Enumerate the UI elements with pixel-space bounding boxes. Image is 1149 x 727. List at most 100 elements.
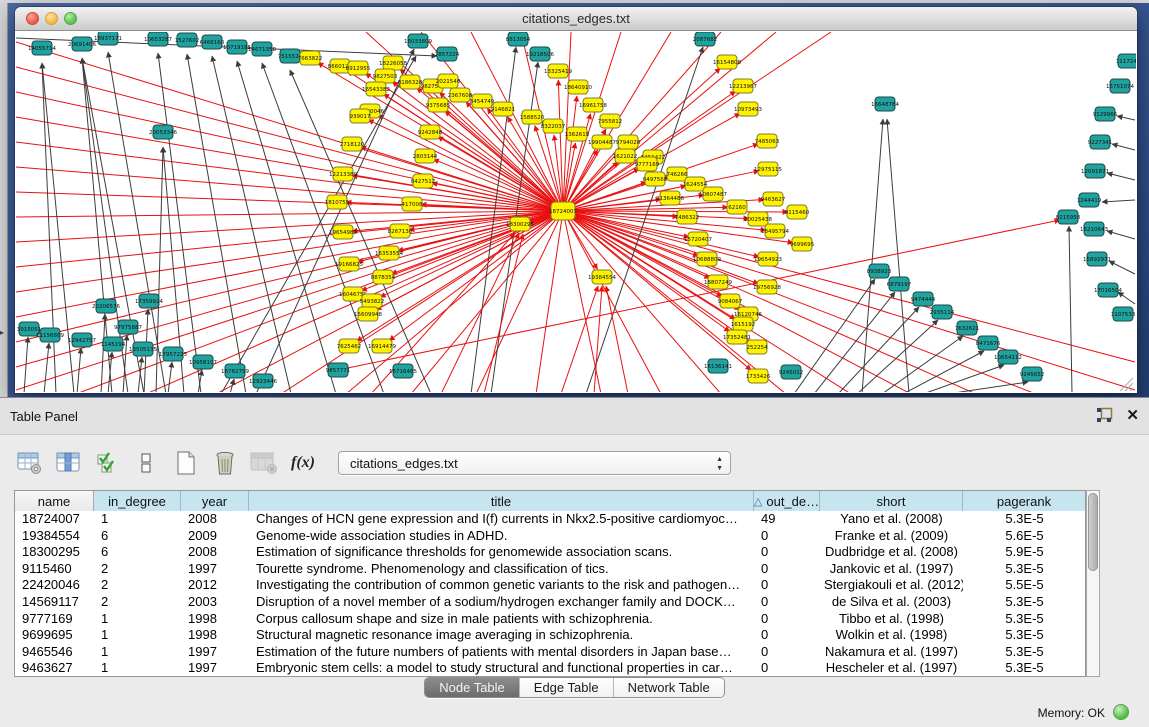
tab-edge-table[interactable]: Edge Table — [519, 678, 613, 697]
cell-pagerank: 5.6E-5 — [963, 528, 1086, 545]
svg-text:16914479: 16914479 — [368, 344, 396, 350]
panel-title: Table Panel — [10, 409, 78, 424]
network-canvas[interactable]: 1405571420691406189371711065328715276026… — [16, 32, 1136, 392]
delete-table-button-disabled[interactable] — [250, 449, 278, 477]
table-row[interactable]: 911546021997Tourette syndrome. Phenomeno… — [15, 561, 1085, 578]
cell-pagerank: 5.9E-5 — [963, 544, 1086, 561]
svg-text:19904487: 19904487 — [588, 140, 616, 146]
table-row[interactable]: 2242004622012Investigating the contribut… — [15, 577, 1085, 594]
cell-in_degree: 1 — [94, 627, 181, 644]
cell-short: Nakamura et al. (1997) — [820, 644, 963, 661]
svg-text:18640910: 18640910 — [564, 85, 592, 91]
column-header-out_de[interactable]: △out_de… — [754, 491, 820, 511]
collapsed-panel-strip[interactable]: ▸ — [0, 3, 8, 400]
table-row[interactable]: 1872400712008Changes of HCN gene express… — [15, 511, 1085, 528]
close-panel-icon[interactable]: ✕ — [1126, 408, 1139, 424]
svg-text:2803144: 2803144 — [413, 154, 438, 160]
svg-text:16154808: 16154808 — [713, 60, 741, 66]
svg-text:15609948: 15609948 — [354, 312, 382, 318]
svg-text:1107533: 1107533 — [1111, 312, 1136, 318]
svg-text:17016504: 17016504 — [1094, 288, 1122, 294]
svg-text:9857771: 9857771 — [326, 368, 351, 374]
zoom-window-button[interactable] — [64, 12, 77, 25]
table-row[interactable]: 1938455462009Genome-wide association stu… — [15, 528, 1085, 545]
cell-short: Jankovic et al. (1997) — [820, 561, 963, 578]
svg-text:1615192: 1615192 — [731, 322, 756, 328]
table-vertical-scrollbar[interactable] — [1086, 490, 1100, 677]
svg-text:8215958: 8215958 — [1056, 215, 1081, 221]
cell-pagerank: 5.3E-5 — [963, 660, 1086, 677]
cell-short: Yano et al. (2008) — [820, 511, 963, 528]
cell-pagerank: 5.3E-5 — [963, 627, 1086, 644]
table-row[interactable]: 946362711997Embryonic stem cells: a mode… — [15, 660, 1085, 677]
svg-text:1621022: 1621022 — [613, 154, 638, 160]
memory-ok-indicator[interactable] — [1113, 704, 1129, 720]
column-header-year[interactable]: year — [181, 491, 249, 511]
column-header-in_degree[interactable]: in_degree — [94, 491, 181, 511]
network-window-title: citations_edges.txt — [15, 7, 1137, 31]
attribute-table[interactable]: namein_degreeyeartitle△out_de…shortpager… — [14, 490, 1086, 677]
fx-icon: f(x) — [291, 454, 315, 472]
window-controls — [26, 12, 77, 25]
cell-in_degree: 2 — [94, 577, 181, 594]
svg-text:20053346: 20053346 — [149, 130, 177, 136]
table-row[interactable]: 969969511998Structural magnetic resonanc… — [15, 627, 1085, 644]
cell-short: Stergiakouli et al. (2012) — [820, 577, 963, 594]
column-visibility-button[interactable] — [55, 449, 83, 477]
close-window-button[interactable] — [26, 12, 39, 25]
cell-year: 2003 — [181, 594, 249, 611]
svg-text:5493822: 5493822 — [360, 299, 385, 305]
function-builder-button[interactable]: f(x) — [289, 449, 317, 477]
table-row[interactable]: 1456911722003Disruption of a novel membe… — [15, 594, 1085, 611]
svg-text:2087682: 2087682 — [693, 37, 718, 43]
svg-text:9474444: 9474444 — [911, 297, 936, 303]
table-selector-dropdown[interactable]: citations_edges.txt ▲▼ — [338, 451, 731, 475]
scrollbar-thumb[interactable] — [1088, 493, 1098, 571]
cell-title: Genome-wide association studies in ADHD. — [249, 528, 754, 545]
tab-node-table[interactable]: Node Table — [425, 678, 519, 697]
svg-text:1588520: 1588520 — [520, 115, 545, 121]
svg-text:9242848: 9242848 — [418, 130, 443, 136]
svg-text:13325419: 13325419 — [544, 69, 572, 75]
cell-year: 1997 — [181, 644, 249, 661]
svg-text:19756928: 19756928 — [753, 285, 781, 291]
table-row[interactable]: 1830029562008Estimation of significance … — [15, 544, 1085, 561]
create-column-button[interactable] — [172, 449, 200, 477]
minimize-window-button[interactable] — [45, 12, 58, 25]
table-panel: Table Panel ✕ — [0, 397, 1149, 727]
cell-name: 19384554 — [15, 528, 94, 545]
cell-title: Estimation of significance thresholds fo… — [249, 544, 754, 561]
svg-text:1117245: 1117245 — [1116, 59, 1136, 65]
network-window: citations_edges.txt 14055714206914061893… — [15, 7, 1137, 393]
table-body: 1872400712008Changes of HCN gene express… — [15, 511, 1085, 677]
svg-text:8878354: 8878354 — [371, 275, 396, 281]
delete-column-button[interactable] — [211, 449, 239, 477]
table-row[interactable]: 977716911998Corpus callosum shape and si… — [15, 611, 1085, 628]
column-header-title[interactable]: title — [249, 491, 754, 511]
memory-status-label: Memory: OK — [1038, 706, 1105, 720]
column-header-pagerank[interactable]: pagerank — [963, 491, 1086, 511]
cell-pagerank: 5.3E-5 — [963, 561, 1086, 578]
cell-name: 9777169 — [15, 611, 94, 628]
svg-text:9794028: 9794028 — [616, 140, 641, 146]
cell-name: 9463627 — [15, 660, 94, 677]
column-header-name[interactable]: name — [15, 491, 94, 511]
select-all-columns-button[interactable] — [94, 449, 122, 477]
cell-name: 9115460 — [15, 561, 94, 578]
float-panel-icon[interactable] — [1096, 407, 1113, 424]
svg-text:14671358: 14671358 — [248, 47, 276, 53]
table-settings-button[interactable] — [16, 449, 44, 477]
table-row[interactable]: 946554611997Estimation of the future num… — [15, 644, 1085, 661]
cell-out_de: 0 — [754, 611, 820, 628]
svg-text:17352481: 17352481 — [723, 335, 751, 341]
network-window-titlebar[interactable]: citations_edges.txt — [15, 7, 1137, 31]
column-header-short[interactable]: short — [820, 491, 963, 511]
svg-text:252254: 252254 — [747, 345, 768, 351]
svg-text:9777169: 9777169 — [635, 162, 660, 168]
tab-network-table[interactable]: Network Table — [613, 678, 724, 697]
unselect-columns-button[interactable] — [133, 449, 161, 477]
citation-network-graph[interactable]: 1405571420691406189371711065328715276026… — [16, 32, 1136, 392]
cell-short: Hescheler et al. (1997) — [820, 660, 963, 677]
table-panel-header: Table Panel ✕ — [0, 398, 1149, 434]
cell-year: 1997 — [181, 660, 249, 677]
